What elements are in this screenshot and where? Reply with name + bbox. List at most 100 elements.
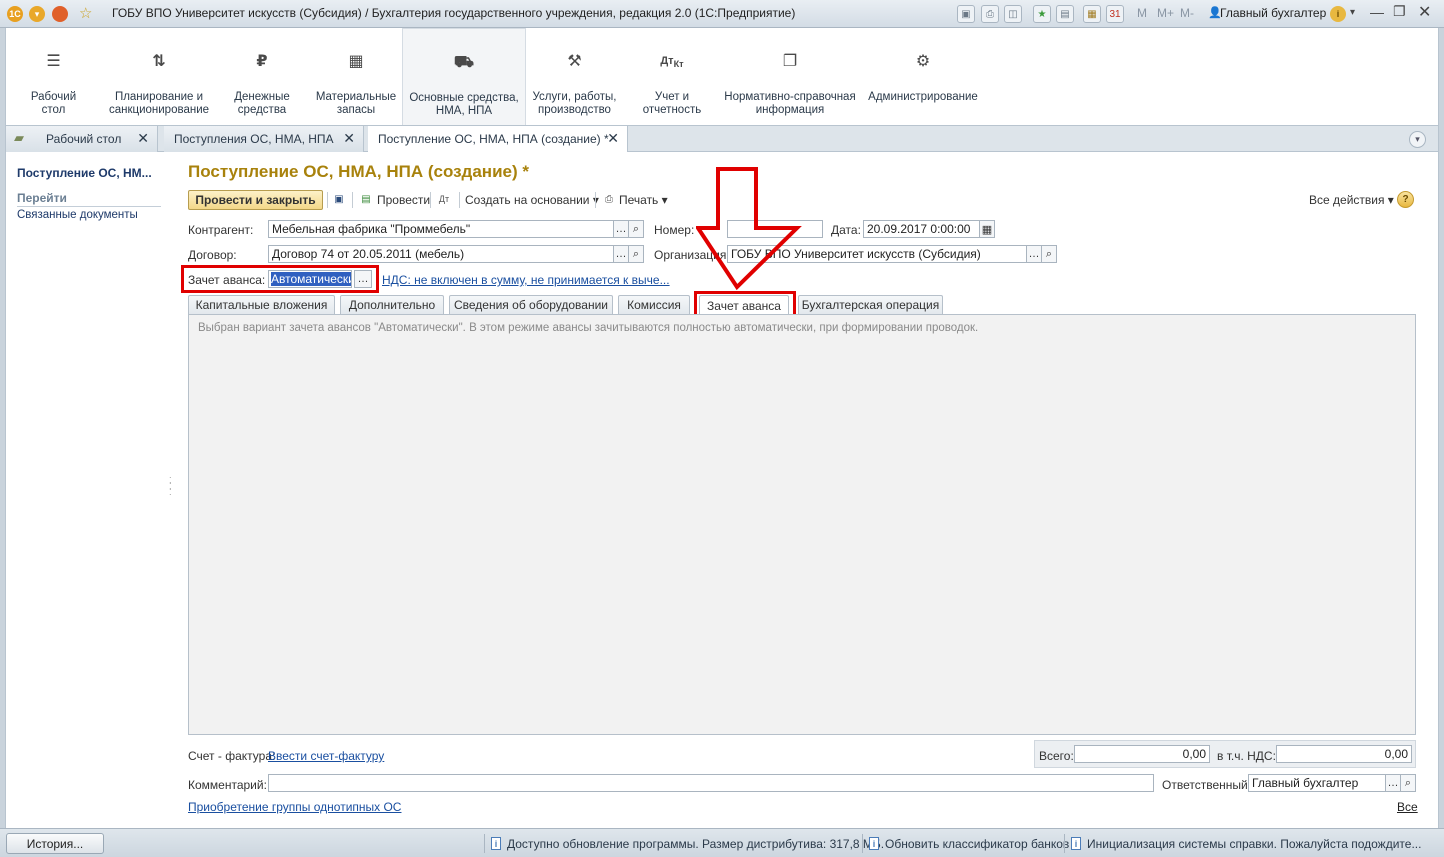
section-cash[interactable]: ₽ Денежные средства (224, 28, 300, 125)
total-label: Всего: (1039, 749, 1074, 763)
favorites-star-icon[interactable]: ☆ (79, 4, 92, 22)
app-logo-icon[interactable]: 1С (7, 6, 23, 22)
date-field[interactable]: 20.09.2017 0:00:00 (863, 220, 980, 238)
contract-field[interactable]: Договор 74 от 20.05.2011 (мебель) (268, 245, 614, 263)
status-help-message[interactable]: Инициализация системы справки. Пожалуйст… (1087, 837, 1421, 851)
vat-link[interactable]: НДС: не включен в сумму, не принимается … (382, 273, 670, 287)
advance-offset-panel: Выбран вариант зачета авансов "Автоматич… (188, 314, 1416, 735)
contractor-label: Контрагент: (188, 223, 254, 237)
section-desktop[interactable]: ☰ Рабочий стол (16, 28, 91, 125)
memory-m-button[interactable]: M (1137, 6, 1147, 20)
contractor-select-button[interactable]: … (613, 220, 629, 238)
highlight-advance-field (181, 265, 379, 293)
all-actions-button[interactable]: Все действия ▾ (1309, 193, 1394, 207)
tab-accounting-operation[interactable]: Бухгалтерская операция (798, 295, 943, 314)
post-icon[interactable]: ▤ (358, 191, 374, 207)
contractor-field[interactable]: Мебельная фабрика "Проммебель" (268, 220, 614, 238)
tab-commission[interactable]: Комиссия (618, 295, 690, 314)
tab-equipment-info[interactable]: Сведения об оборудовании (449, 295, 613, 314)
close-window-icon[interactable]: ✕ (1418, 2, 1431, 22)
tab-capital-investments[interactable]: Капитальные вложения (188, 295, 335, 314)
section-planning[interactable]: ⇅ Планирование и санкционирование (108, 28, 210, 125)
create-based-on-button[interactable]: Создать на основании ▾ (465, 193, 599, 207)
all-link[interactable]: Все (1397, 800, 1418, 814)
info-icon: i (869, 837, 879, 850)
section-accounting[interactable]: ДтКт Учет и отчетность (632, 28, 712, 125)
group-assets-link[interactable]: Приобретение группы однотипных ОС (188, 800, 401, 814)
menu-icon: ☰ (46, 53, 61, 70)
window-title: ГОБУ ВПО Университет искусств (Субсидия)… (112, 6, 796, 20)
print-icon[interactable]: ⎙ (601, 191, 617, 207)
save-icon[interactable]: ▣ (957, 5, 975, 23)
info-dropdown-icon[interactable]: ▾ (1350, 7, 1355, 18)
section-inventory[interactable]: ▦ Материальные запасы (311, 28, 401, 125)
tools-icon: ⚒ (567, 53, 582, 70)
preview-icon[interactable]: ◫ (1004, 5, 1022, 23)
nav-related-docs[interactable]: Связанные документы (17, 209, 138, 221)
tab-additional[interactable]: Дополнительно (340, 295, 444, 314)
close-tab-icon[interactable]: ✕ (343, 130, 355, 147)
window-tab-receipts-list[interactable]: Поступления ОС, НМА, НПА ✕ (164, 126, 364, 153)
contract-search-icon[interactable]: ⌕ (628, 245, 644, 263)
post-button[interactable]: Провести (377, 193, 430, 207)
debit-credit-icon[interactable]: Дт (436, 191, 452, 207)
total-field: 0,00 (1074, 745, 1210, 763)
window-tab-desktop[interactable]: ▰ Рабочий стол ✕ (6, 126, 158, 153)
calendar-icon[interactable]: 31 (1106, 5, 1124, 23)
status-banks-message[interactable]: Обновить классификатор банков (885, 837, 1069, 851)
section-fixed-assets[interactable]: ⛟ Основные средства, НМА, НПА (402, 28, 526, 125)
history-circle-icon[interactable] (52, 6, 68, 22)
open-windows-bar: ▰ Рабочий стол ✕ Поступления ОС, НМА, НП… (5, 125, 1439, 154)
status-bar: История... i Доступно обновление програм… (0, 828, 1444, 857)
current-user[interactable]: Главный бухгалтер (1220, 6, 1326, 20)
section-administration[interactable]: ⚙ Администрирование (868, 28, 978, 125)
contract-label: Договор: (188, 248, 237, 262)
red-arrow-annotation (696, 167, 802, 291)
title-bar: 1С ▾ ☆ ГОБУ ВПО Университет искусств (Су… (0, 0, 1444, 28)
panel-splitter[interactable]: ⁚ ⁚ ⁚ (169, 477, 173, 502)
calendar-icon[interactable]: ▦ (979, 220, 995, 238)
vat-total-label: в т.ч. НДС: (1217, 749, 1276, 763)
restore-icon[interactable]: ❐ (1393, 3, 1406, 20)
info-icon: i (1071, 837, 1081, 850)
section-services[interactable]: ⚒ Услуги, работы, производство (528, 28, 621, 125)
contract-select-button[interactable]: … (613, 245, 629, 263)
history-button[interactable]: История... (6, 833, 104, 854)
desktop-icon: ▰ (14, 130, 24, 145)
organization-search-icon[interactable]: ⌕ (1041, 245, 1057, 263)
info-icon[interactable]: i (1330, 6, 1346, 22)
section-reference[interactable]: ❐ Нормативно-справочная информация (724, 28, 856, 125)
sections-panel: ☰ Рабочий стол ⇅ Планирование и санкционир… (5, 28, 1439, 125)
calculator-icon[interactable]: ▦ (1083, 5, 1101, 23)
memory-plus-button[interactable]: M+ (1157, 6, 1174, 20)
close-tab-icon[interactable]: ✕ (607, 130, 619, 147)
responsible-search-icon[interactable]: ⌕ (1400, 774, 1416, 792)
planning-icon: ⇅ (152, 53, 166, 70)
bookmark-icon[interactable]: ▤ (1056, 5, 1074, 23)
memory-minus-button[interactable]: M- (1180, 6, 1194, 20)
enter-invoice-link[interactable]: Ввести счет-фактуру (268, 749, 384, 763)
number-label: Номер: (654, 223, 695, 237)
window-tab-receipt-new[interactable]: Поступление ОС, НМА, НПА (создание) * ✕ (368, 126, 628, 154)
add-favorite-icon[interactable]: ★ (1033, 5, 1051, 23)
responsible-field[interactable]: Главный бухгалтер (1248, 774, 1386, 792)
main-area: Поступление ОС, НМ... Перейти Связанные … (5, 152, 1439, 828)
post-and-close-button[interactable]: Провести и закрыть (188, 190, 323, 210)
minimize-icon[interactable]: — (1370, 4, 1384, 20)
print-icon[interactable]: ⎙ (981, 5, 999, 23)
status-update-message[interactable]: Доступно обновление программы. Размер ди… (507, 837, 884, 851)
form-title: Поступление ОС, НМА, НПА (создание) * (188, 162, 529, 181)
organization-select-button[interactable]: … (1026, 245, 1042, 263)
contractor-search-icon[interactable]: ⌕ (628, 220, 644, 238)
print-button[interactable]: Печать ▾ (619, 193, 668, 207)
close-tab-icon[interactable]: ✕ (137, 130, 149, 147)
responsible-select-button[interactable]: … (1385, 774, 1401, 792)
nav-current-doc[interactable]: Поступление ОС, НМ... (17, 166, 152, 180)
help-icon[interactable]: ? (1397, 191, 1414, 208)
save-icon[interactable]: ▣ (331, 191, 347, 207)
menu-dropdown-icon[interactable]: ▾ (29, 6, 45, 22)
debit-credit-icon: ДтКт (660, 55, 684, 70)
tabs-menu-chevron-icon[interactable]: ▾ (1409, 131, 1426, 148)
comment-field[interactable] (268, 774, 1154, 792)
grid-icon: ▦ (348, 53, 364, 70)
